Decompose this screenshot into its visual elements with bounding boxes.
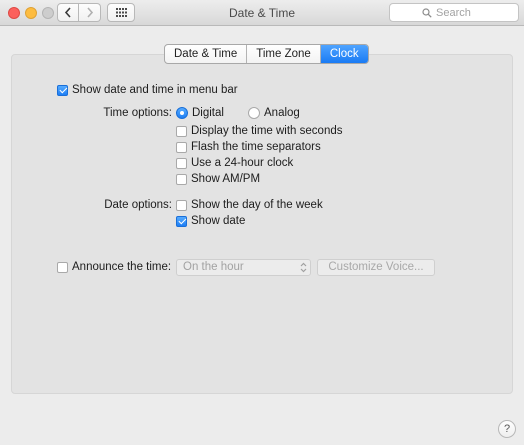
forward-button[interactable] bbox=[79, 3, 101, 22]
show-in-menu-bar-checkbox[interactable] bbox=[57, 84, 68, 96]
flash-separators-label: Flash the time separators bbox=[191, 141, 321, 153]
chevron-right-icon bbox=[86, 7, 93, 18]
analog-option[interactable]: Analog bbox=[248, 107, 300, 119]
tab-bar: Date & Time Time Zone Clock bbox=[164, 44, 369, 64]
show-am-pm-checkbox[interactable] bbox=[176, 173, 187, 185]
chevron-left-icon bbox=[64, 7, 71, 18]
clock-settings-panel bbox=[11, 54, 513, 394]
announce-interval-select[interactable]: On the hour bbox=[176, 259, 311, 276]
display-seconds-label: Display the time with seconds bbox=[191, 125, 343, 137]
show-am-pm-label: Show AM/PM bbox=[191, 173, 261, 185]
show-day-of-week-checkbox[interactable] bbox=[176, 199, 187, 211]
digital-option[interactable]: Digital bbox=[176, 107, 224, 119]
tab-time-zone[interactable]: Time Zone bbox=[247, 45, 321, 63]
zoom-window-button[interactable] bbox=[42, 7, 54, 19]
analog-radio[interactable] bbox=[248, 107, 260, 119]
title-bar: Date & Time bbox=[0, 0, 524, 26]
announce-interval-value: On the hour bbox=[183, 261, 244, 273]
show-am-pm-option[interactable]: Show AM/PM bbox=[176, 173, 260, 185]
show-in-menu-bar-option[interactable]: Show date and time in menu bar bbox=[57, 84, 238, 96]
show-date-checkbox[interactable] bbox=[176, 215, 187, 227]
show-date-label: Show date bbox=[191, 215, 246, 227]
close-window-button[interactable] bbox=[8, 7, 20, 19]
display-seconds-option[interactable]: Display the time with seconds bbox=[176, 125, 342, 137]
announce-time-checkbox[interactable] bbox=[57, 261, 68, 273]
up-down-arrows-icon bbox=[300, 262, 307, 273]
tab-date-time[interactable]: Date & Time bbox=[165, 45, 248, 63]
analog-label: Analog bbox=[264, 107, 300, 119]
search-field[interactable] bbox=[389, 3, 519, 22]
flash-separators-option[interactable]: Flash the time separators bbox=[176, 141, 321, 153]
digital-label: Digital bbox=[192, 107, 224, 119]
search-icon bbox=[422, 7, 432, 18]
display-seconds-checkbox[interactable] bbox=[176, 125, 187, 137]
announce-time-label: Announce the time: bbox=[72, 261, 172, 273]
use-24-hour-option[interactable]: Use a 24-hour clock bbox=[176, 157, 293, 169]
show-in-menu-bar-label: Show date and time in menu bar bbox=[72, 84, 238, 96]
show-date-option[interactable]: Show date bbox=[176, 215, 245, 227]
announce-time-option[interactable]: Announce the time: bbox=[57, 261, 171, 273]
search-input[interactable] bbox=[436, 6, 486, 19]
show-all-button[interactable] bbox=[107, 3, 135, 22]
show-day-of-week-option[interactable]: Show the day of the week bbox=[176, 199, 323, 211]
help-button[interactable]: ? bbox=[498, 420, 516, 438]
tab-clock[interactable]: Clock bbox=[320, 45, 368, 63]
use-24-hour-label: Use a 24-hour clock bbox=[191, 157, 294, 169]
digital-radio[interactable] bbox=[176, 107, 188, 119]
minimize-window-button[interactable] bbox=[25, 7, 37, 19]
time-options-label: Time options: bbox=[103, 107, 172, 119]
customize-voice-button[interactable]: Customize Voice... bbox=[317, 259, 435, 276]
date-options-label: Date options: bbox=[104, 199, 172, 211]
use-24-hour-checkbox[interactable] bbox=[176, 157, 187, 169]
flash-separators-checkbox[interactable] bbox=[176, 141, 187, 153]
back-button[interactable] bbox=[57, 3, 79, 22]
grid-icon bbox=[115, 8, 127, 17]
show-day-of-week-label: Show the day of the week bbox=[191, 199, 323, 211]
